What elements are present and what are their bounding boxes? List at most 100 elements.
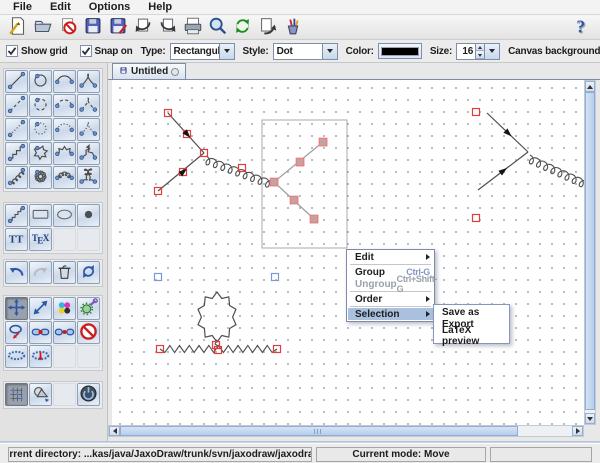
tool-refresh-canvas-button[interactable] (77, 261, 100, 284)
chevron-down-icon[interactable] (484, 44, 499, 59)
scalar-arc-icon (54, 94, 75, 118)
vertical-scrollbar-thumb[interactable] (585, 92, 595, 410)
submenu-item-latex-preview[interactable]: LaTeX preview (435, 330, 508, 342)
tool-fermion-line-button[interactable] (5, 70, 28, 93)
tool-scalar-bezier-button[interactable] (77, 94, 100, 117)
tab-label: Untitled (131, 66, 168, 77)
tool-ghost-arc-button[interactable] (53, 118, 76, 141)
tool-group-button[interactable] (29, 321, 52, 344)
new-button[interactable] (5, 15, 30, 39)
tool-move-button[interactable] (5, 297, 28, 320)
box-icon (30, 204, 51, 228)
tool-photon-line-button[interactable] (5, 142, 28, 165)
tool-scalar-loop-button[interactable] (29, 94, 52, 117)
chevron-down-icon[interactable] (219, 44, 234, 59)
context-item-edit[interactable]: Edit (348, 251, 433, 263)
preview-button[interactable] (205, 15, 230, 39)
tool-quit-button[interactable] (77, 383, 100, 406)
tool-photon-loop-button[interactable] (29, 142, 52, 165)
tool-color-chooser-button[interactable] (53, 297, 76, 320)
type-combobox[interactable]: Rectangular (170, 43, 235, 60)
color-button[interactable] (378, 43, 422, 59)
tool-ghost-bezier-button[interactable] (77, 118, 100, 141)
tool-blob-button[interactable] (53, 204, 76, 227)
submenu-item-save-as[interactable]: Save as (435, 306, 508, 318)
show-grid-checkbox[interactable]: Show grid (6, 45, 68, 57)
scroll-left-button[interactable] (109, 426, 120, 436)
spinner-arrows[interactable] (475, 44, 484, 59)
print-button[interactable] (180, 15, 205, 39)
latex-text-icon: TEX (30, 228, 51, 252)
tool-fermion-bezier-button[interactable] (77, 70, 100, 93)
fermion-loop-icon (30, 70, 51, 94)
tab-untitled[interactable]: Untitled (112, 63, 186, 79)
vertical-scrollbar[interactable] (584, 80, 596, 425)
context-item-selection[interactable]: Selection (348, 308, 433, 320)
tool-grid-onoff-button[interactable] (5, 383, 28, 406)
convert-button[interactable] (255, 15, 280, 39)
chevron-down-icon[interactable] (322, 44, 337, 59)
empty-slot (77, 228, 100, 251)
submenu-arrow-icon (426, 311, 430, 317)
tool-gluon-arc-button[interactable] (53, 166, 76, 189)
tool-vertex-dot-button[interactable] (77, 204, 100, 227)
style-combobox[interactable]: Dot (273, 43, 338, 60)
tool-scalar-line-button[interactable] (5, 94, 28, 117)
snap-on-checkbox[interactable]: Snap on (80, 45, 133, 57)
tool-rotate-button[interactable] (29, 297, 52, 320)
menu-edit[interactable]: Edit (41, 0, 80, 14)
context-item-order[interactable]: Order (348, 293, 433, 305)
tool-undo-button[interactable] (5, 261, 28, 284)
tool-fermion-arc-button[interactable] (53, 70, 76, 93)
tool-duplicate-button[interactable] (5, 321, 28, 344)
refresh-button[interactable] (230, 15, 255, 39)
tool-ghost-line-button[interactable] (5, 118, 28, 141)
tool-photon-arc-button[interactable] (53, 142, 76, 165)
latex-button[interactable] (280, 15, 305, 39)
export-button[interactable] (155, 15, 180, 39)
tool-box-button[interactable] (29, 204, 52, 227)
tool-gluon-bezier-button[interactable] (77, 166, 100, 189)
fermion-bezier-icon (78, 70, 99, 94)
scalar-loop-icon (30, 94, 51, 118)
tab-close-icon[interactable] (171, 68, 179, 76)
scroll-right-button[interactable] (572, 426, 583, 436)
tool-delete-button[interactable] (53, 261, 76, 284)
menu-help[interactable]: Help (139, 0, 181, 14)
save-button[interactable] (80, 15, 105, 39)
tool-preview-mode-button[interactable] (29, 383, 52, 406)
tool-gluon-line-button[interactable] (5, 166, 28, 189)
horizontal-scrollbar[interactable] (108, 425, 584, 437)
tool-ghost-loop-button[interactable] (29, 118, 52, 141)
context-menu: EditGroupCtrl-GUngroupCtrl+Shift-GOrderS… (346, 249, 435, 322)
tool-text-button[interactable]: TT (5, 228, 28, 251)
open-button[interactable] (30, 15, 55, 39)
gluon-arc-icon (54, 166, 75, 190)
refresh-icon (232, 15, 254, 40)
menu-file[interactable]: File (4, 0, 41, 14)
wiggly-line-icon (6, 204, 27, 228)
help-button[interactable]: ?? (568, 15, 593, 39)
menu-options[interactable]: Options (80, 0, 140, 14)
delete-icon (54, 261, 75, 285)
tool-ungroup-button[interactable] (53, 321, 76, 344)
scroll-down-button[interactable] (585, 413, 595, 424)
tool-forbid-button[interactable] (77, 321, 100, 344)
tool-foreground-button[interactable] (5, 345, 28, 368)
tool-wiggly-line-button[interactable] (5, 204, 28, 227)
horizontal-scrollbar-thumb[interactable] (120, 426, 518, 436)
context-item-ungroup[interactable]: UngroupCtrl+Shift-G (348, 278, 433, 290)
save-as-button[interactable] (105, 15, 130, 39)
size-spinner[interactable]: 16 (456, 43, 500, 60)
tool-photon-bezier-button[interactable] (77, 142, 100, 165)
tool-fermion-loop-button[interactable] (29, 70, 52, 93)
tool-scalar-arc-button[interactable] (53, 94, 76, 117)
import-button[interactable] (130, 15, 155, 39)
tool-latex-text-button[interactable]: TEX (29, 228, 52, 251)
scroll-up-button[interactable] (585, 81, 595, 92)
tool-background-button[interactable] (29, 345, 52, 368)
tool-edit-object-button[interactable] (77, 297, 100, 320)
tool-gluon-loop-button[interactable] (29, 166, 52, 189)
close-button[interactable] (55, 15, 80, 39)
tool-redo-button[interactable] (29, 261, 52, 284)
